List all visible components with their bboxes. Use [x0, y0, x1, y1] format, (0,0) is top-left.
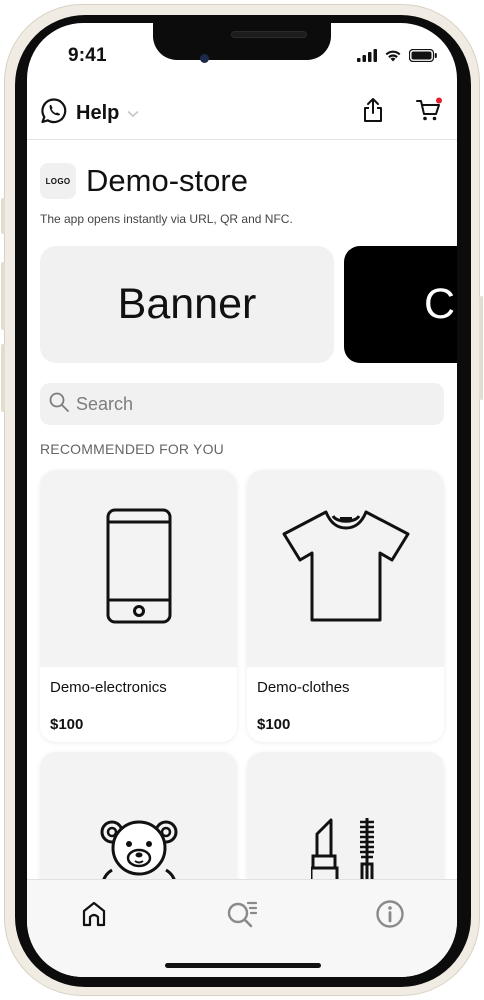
product-price: $100 [257, 716, 291, 733]
whatsapp-icon [40, 97, 68, 130]
share-icon [362, 97, 384, 128]
info-icon [375, 899, 405, 934]
cart-icon [415, 97, 443, 128]
side-button-mute [1, 198, 5, 234]
side-button-power [479, 296, 483, 400]
wifi-icon [384, 49, 402, 67]
help-button[interactable]: Help [40, 97, 139, 130]
status-time: 9:41 [68, 45, 107, 66]
help-label: Help [76, 102, 120, 124]
search-icon [48, 391, 70, 418]
side-button-volume-up [1, 262, 5, 330]
product-card[interactable]: Demo-clothes $100 [247, 470, 444, 742]
tab-home[interactable] [77, 899, 111, 933]
search-bar[interactable] [40, 383, 444, 425]
section-title: RECOMMENDED FOR YOU [40, 441, 224, 457]
home-indicator[interactable] [165, 963, 321, 968]
cart-button[interactable] [413, 96, 445, 128]
tab-search[interactable] [225, 899, 259, 933]
tab-info[interactable] [373, 899, 407, 933]
banner-card-1[interactable]: Banner [40, 246, 334, 363]
front-camera [200, 54, 209, 63]
home-icon [79, 899, 109, 934]
earpiece-speaker [231, 31, 307, 38]
cellular-signal-icon [357, 49, 377, 67]
store-heading: LOGO Demo-store [40, 163, 248, 199]
tshirt-icon [276, 508, 416, 629]
search-input[interactable] [76, 393, 416, 415]
product-name: Demo-electronics [50, 679, 167, 696]
side-button-volume-down [1, 344, 5, 412]
chevron-down-icon [127, 105, 139, 123]
notch [153, 23, 331, 60]
product-card[interactable]: Demo-electronics $100 [40, 470, 237, 742]
product-price: $100 [50, 716, 84, 733]
store-name: Demo-store [86, 163, 248, 198]
share-button[interactable] [357, 96, 389, 128]
phone-screen: 9:41 Help LOGO Demo-store The app opens … [27, 23, 457, 977]
search-list-icon [226, 899, 258, 934]
banner-card-2[interactable]: C [344, 246, 457, 363]
store-logo: LOGO [40, 163, 76, 199]
product-image [247, 470, 444, 667]
battery-icon [408, 48, 437, 67]
product-image [40, 470, 237, 667]
product-name: Demo-clothes [257, 679, 350, 696]
store-tagline: The app opens instantly via URL, QR and … [40, 212, 293, 226]
status-icons [357, 48, 437, 67]
smartphone-icon [104, 506, 174, 631]
app-header: Help [27, 86, 457, 140]
